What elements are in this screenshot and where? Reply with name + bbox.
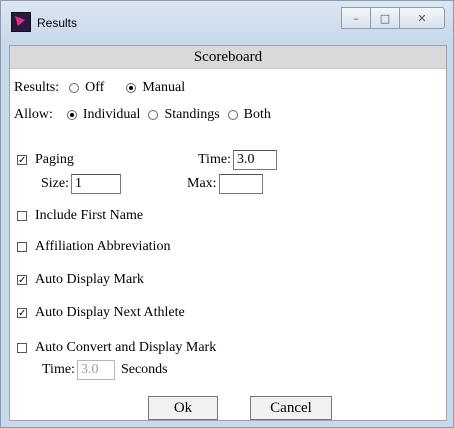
results-label: Results: xyxy=(14,80,60,95)
allow-standings-label[interactable]: Standings xyxy=(164,107,219,123)
window-title: Results xyxy=(37,16,78,30)
convert-time-row: Time: 3.0 Seconds xyxy=(42,360,168,380)
option-auto-display-mark: ✓ Auto Display Mark xyxy=(17,272,144,288)
allow-both-radio[interactable] xyxy=(227,110,238,120)
results-off-radio[interactable] xyxy=(69,83,80,93)
allow-individual-radio[interactable] xyxy=(66,110,77,120)
close-icon: ✕ xyxy=(417,11,427,25)
affiliation-abbreviation-label[interactable]: Affiliation Abbreviation xyxy=(35,239,170,255)
minimize-icon: – xyxy=(353,11,359,25)
results-manual-label[interactable]: Manual xyxy=(142,80,185,96)
check-icon: ✓ xyxy=(18,155,27,166)
auto-display-mark-label[interactable]: Auto Display Mark xyxy=(35,272,144,288)
title-bar[interactable]: Results – □ ✕ xyxy=(1,1,453,35)
paging-size-label: Size: xyxy=(41,176,69,191)
option-include-first-name: Include First Name xyxy=(17,208,143,224)
close-button[interactable]: ✕ xyxy=(399,7,445,29)
allow-individual-label[interactable]: Individual xyxy=(83,107,141,123)
ok-button[interactable]: Ok xyxy=(148,396,218,420)
allow-standings-radio[interactable] xyxy=(148,110,159,120)
auto-display-next-athlete-checkbox[interactable]: ✓ xyxy=(17,308,27,319)
dialog-client: Scoreboard Results: Off Manual Allow: In… xyxy=(9,45,447,421)
check-icon: ✓ xyxy=(18,275,27,286)
results-manual-radio[interactable] xyxy=(126,83,137,93)
auto-convert-checkbox[interactable] xyxy=(17,343,27,353)
check-icon: ✓ xyxy=(18,308,27,319)
results-window: Results – □ ✕ Scoreboard Results: Off Ma… xyxy=(0,0,454,428)
auto-display-next-athlete-label[interactable]: Auto Display Next Athlete xyxy=(35,305,185,321)
paging-time-label: Time: xyxy=(198,152,231,167)
maximize-icon: □ xyxy=(379,11,391,25)
convert-time-input[interactable]: 3.0 xyxy=(76,360,115,380)
maximize-button[interactable]: □ xyxy=(370,7,400,29)
app-icon xyxy=(11,12,31,32)
option-auto-convert: Auto Convert and Display Mark xyxy=(17,340,216,356)
paging-max-row: Max: xyxy=(187,174,263,194)
paging-time-row: Time: 3.0 xyxy=(198,150,277,170)
include-first-name-checkbox[interactable] xyxy=(17,211,27,221)
scoreboard-header: Scoreboard xyxy=(10,46,446,69)
include-first-name-label[interactable]: Include First Name xyxy=(35,208,143,224)
allow-both-label[interactable]: Both xyxy=(244,107,271,123)
paging-max-label: Max: xyxy=(187,176,217,191)
option-auto-display-next-athlete: ✓ Auto Display Next Athlete xyxy=(17,305,185,321)
paging-size-input[interactable]: 1 xyxy=(71,174,121,194)
results-off-label[interactable]: Off xyxy=(85,80,104,96)
auto-display-mark-checkbox[interactable]: ✓ xyxy=(17,275,27,286)
minimize-button[interactable]: – xyxy=(341,7,371,29)
option-affiliation-abbreviation: Affiliation Abbreviation xyxy=(17,239,170,255)
paging-max-input[interactable] xyxy=(218,174,263,194)
convert-time-label: Time: xyxy=(42,362,75,377)
affiliation-abbreviation-checkbox[interactable] xyxy=(17,242,27,252)
paging-label[interactable]: Paging xyxy=(35,152,74,168)
results-row: Results: Off Manual xyxy=(14,80,185,96)
allow-label: Allow: xyxy=(14,107,53,122)
paging-checkbox[interactable]: ✓ xyxy=(17,155,27,166)
auto-convert-label[interactable]: Auto Convert and Display Mark xyxy=(35,340,216,356)
allow-row: Allow: Individual Standings Both xyxy=(14,107,271,123)
cancel-button[interactable]: Cancel xyxy=(250,396,332,420)
paging-time-input[interactable]: 3.0 xyxy=(232,150,277,170)
convert-seconds-label: Seconds xyxy=(120,362,168,377)
paging-size-row: Size: 1 xyxy=(41,174,121,194)
paging-row: ✓ Paging xyxy=(17,152,74,168)
